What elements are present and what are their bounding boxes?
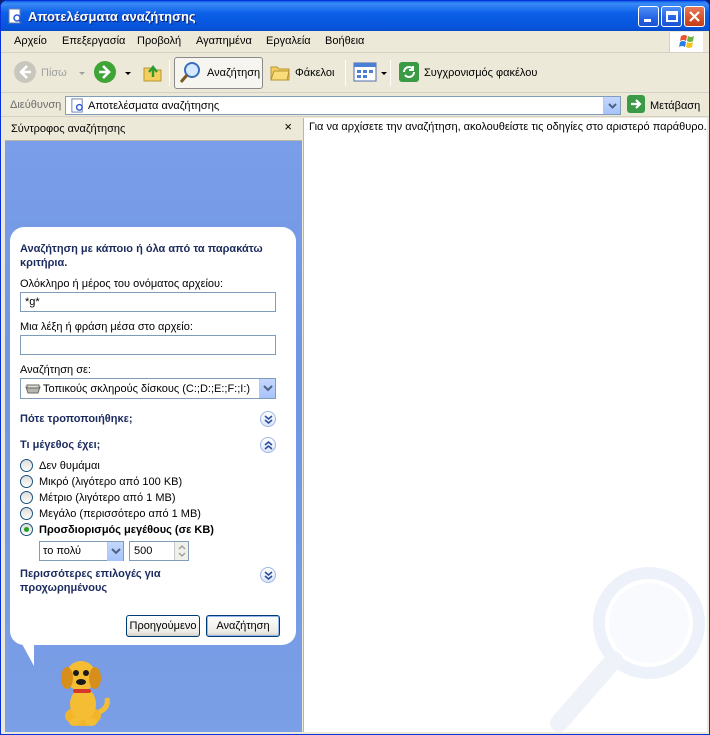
- search-results-icon: [7, 8, 23, 24]
- back-dropdown-icon[interactable]: [78, 71, 85, 75]
- explorer-window: Αποτελέσματα αναζήτησης Αρχείο Επεξεργασ…: [0, 0, 710, 735]
- size-qualifier-dropdown-icon[interactable]: [107, 542, 123, 561]
- address-input[interactable]: Αποτελέσματα αναζήτησης: [65, 96, 621, 115]
- menu-bar: Αρχείο Επεξεργασία Προβολή Αγαπημένα Εργ…: [1, 31, 709, 53]
- filename-label: Ολόκληρο ή μέρος του ονόματος αρχείου:: [20, 278, 224, 290]
- forward-button[interactable]: [93, 57, 131, 89]
- size-kb-value: 500: [134, 545, 153, 557]
- address-bar: Διεύθυνση Αποτελέσματα αναζήτησης Μετάβα…: [1, 94, 709, 117]
- advanced-section-title[interactable]: Περισσότερες επιλογές για προχωρημένους: [20, 567, 220, 595]
- search-icon: [179, 60, 203, 87]
- menu-edit[interactable]: Επεξεργασία: [62, 35, 125, 47]
- back-label: Πίσω: [41, 67, 67, 79]
- expand-advanced-chevron-icon[interactable]: [260, 567, 276, 583]
- toolbar: Πίσω Αναζήτηση Φάκελοι Συγχρονισμός φακέ…: [1, 54, 709, 93]
- forward-dropdown-icon[interactable]: [125, 71, 131, 75]
- address-label: Διεύθυνση: [10, 99, 62, 111]
- look-in-label: Αναζήτηση σε:: [20, 364, 91, 376]
- menu-help[interactable]: Βοήθεια: [325, 35, 364, 47]
- results-pane[interactable]: Για να αρχίσετε την αναζήτηση, ακολουθεί…: [303, 118, 707, 732]
- views-icon: [353, 61, 377, 86]
- size-option-label: Μέτριο (λιγότερο από 1 MB): [39, 491, 176, 504]
- spinner-arrows-icon[interactable]: [174, 542, 188, 560]
- go-arrow-icon: [627, 95, 645, 116]
- sync-folder-button[interactable]: Συγχρονισμός φακέλου: [398, 57, 537, 89]
- search-pane-header: Σύντροφος αναζήτησης ×: [5, 118, 302, 141]
- size-qualifier-select[interactable]: το πολύ: [39, 541, 124, 561]
- filename-input[interactable]: [20, 292, 276, 312]
- look-in-select[interactable]: Τοπικούς σκληρούς δίσκους (C:;D:;E:;F:;I…: [20, 378, 276, 399]
- sync-label: Συγχρονισμός φακέλου: [424, 67, 538, 79]
- search-intro: Αναζήτηση με κάποιο ή όλα από τα παρακάτ…: [20, 243, 263, 269]
- forward-arrow-icon: [93, 60, 117, 87]
- radio-button-checked[interactable]: [20, 523, 33, 536]
- up-folder-icon: [141, 60, 165, 87]
- size-option-unknown[interactable]: Δεν θυμάμαι: [20, 459, 100, 472]
- radio-button[interactable]: [20, 491, 33, 504]
- radio-button[interactable]: [20, 507, 33, 520]
- menu-view[interactable]: Προβολή: [137, 35, 181, 47]
- size-option-label: Δεν θυμάμαι: [39, 459, 100, 472]
- address-dropdown-icon[interactable]: [603, 97, 620, 114]
- back-arrow-icon: [13, 60, 37, 87]
- size-qualifier-value: το πολύ: [43, 545, 81, 557]
- look-in-dropdown-icon[interactable]: [259, 379, 275, 398]
- magnifier-watermark-icon: [544, 558, 707, 732]
- views-dropdown-icon[interactable]: [381, 71, 387, 75]
- expand-modified-chevron-icon[interactable]: [260, 411, 276, 427]
- size-option-label: Μεγάλο (περισσότερο από 1 MB): [39, 507, 201, 520]
- search-assistant-dog[interactable]: [53, 656, 113, 731]
- close-button[interactable]: [684, 6, 705, 27]
- size-option-specify[interactable]: Προσδιορισμός μεγέθους (σε KB): [20, 523, 214, 536]
- search-results-icon: [70, 98, 85, 116]
- results-instructions: Για να αρχίσετε την αναζήτηση, ακολουθεί…: [309, 121, 707, 133]
- folders-button[interactable]: Φάκελοι: [269, 57, 334, 89]
- modified-section-title[interactable]: Πότε τροποποιήθηκε;: [20, 413, 133, 425]
- sync-icon: [398, 61, 420, 86]
- phrase-label: Μια λέξη ή φράση μέσα στο αρχείο:: [20, 321, 193, 333]
- search-button[interactable]: Αναζήτηση: [206, 615, 280, 637]
- go-button[interactable]: Μετάβαση: [627, 95, 701, 116]
- menu-tools[interactable]: Εργαλεία: [266, 35, 311, 47]
- size-option-medium[interactable]: Μέτριο (λιγότερο από 1 MB): [20, 491, 176, 504]
- folders-icon: [269, 61, 291, 86]
- maximize-button[interactable]: [661, 6, 682, 27]
- search-companion-pane: Σύντροφος αναζήτησης × Αναζήτηση με κάπο…: [5, 118, 302, 732]
- address-value: Αποτελέσματα αναζήτησης: [88, 100, 220, 112]
- search-toolbar-label: Αναζήτηση: [207, 67, 261, 79]
- phrase-input[interactable]: [20, 335, 276, 355]
- hard-drive-icon: [25, 384, 41, 397]
- radio-button[interactable]: [20, 459, 33, 472]
- search-pane-title: Σύντροφος αναζήτησης: [11, 123, 126, 135]
- size-option-label: Προσδιορισμός μεγέθους (σε KB): [39, 523, 214, 536]
- windows-logo-icon: [669, 32, 703, 52]
- folders-label: Φάκελοι: [295, 67, 335, 79]
- size-option-label: Μικρό (λιγότερο από 100 KB): [39, 475, 183, 488]
- menu-file[interactable]: Αρχείο: [14, 35, 47, 47]
- up-folder-button[interactable]: [141, 57, 169, 89]
- radio-button[interactable]: [20, 475, 33, 488]
- views-button[interactable]: [353, 57, 387, 89]
- minimize-button[interactable]: [638, 6, 659, 27]
- menu-favorites[interactable]: Αγαπημένα: [196, 35, 252, 47]
- back-button[interactable]: Πίσω: [13, 57, 85, 89]
- look-in-value: Τοπικούς σκληρούς δίσκους (C:;D:;E:;F:;I…: [43, 383, 251, 395]
- size-option-large[interactable]: Μεγάλο (περισσότερο από 1 MB): [20, 507, 201, 520]
- size-option-small[interactable]: Μικρό (λιγότερο από 100 KB): [20, 475, 182, 488]
- back-search-button[interactable]: Προηγούμενο: [126, 615, 200, 637]
- search-toolbar-button[interactable]: Αναζήτηση: [174, 57, 263, 89]
- go-label: Μετάβαση: [650, 99, 701, 112]
- close-pane-icon[interactable]: ×: [284, 119, 292, 134]
- title-bar[interactable]: Αποτελέσματα αναζήτησης: [1, 1, 709, 31]
- size-kb-spinner[interactable]: 500: [129, 541, 189, 561]
- window-title: Αποτελέσματα αναζήτησης: [28, 9, 196, 24]
- size-section-title[interactable]: Τι μέγεθος έχει;: [20, 439, 100, 451]
- collapse-size-chevron-icon[interactable]: [260, 437, 276, 453]
